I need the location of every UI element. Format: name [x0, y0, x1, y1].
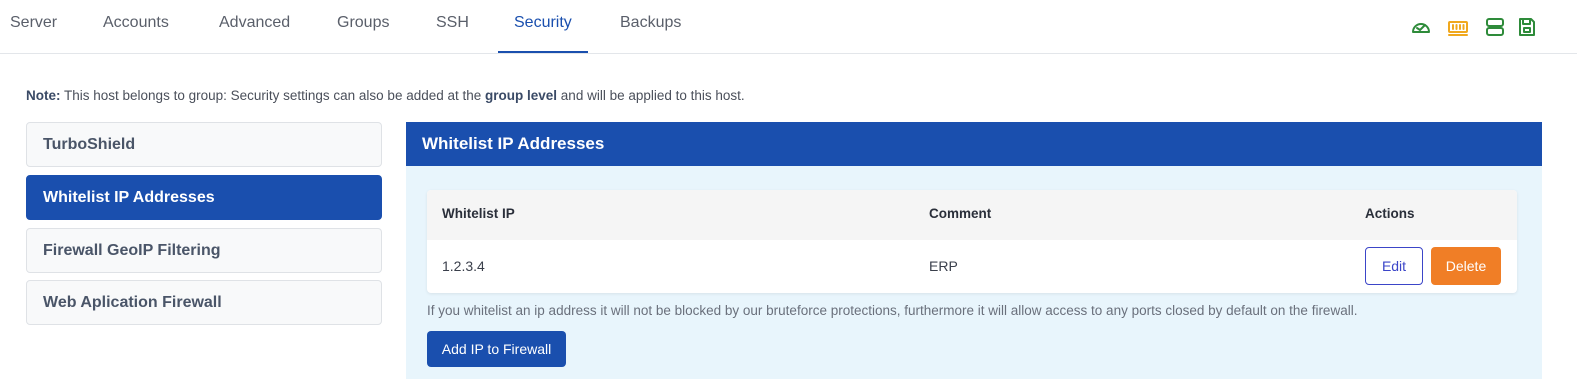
tab-groups[interactable]: Groups — [337, 0, 389, 54]
tab-backups[interactable]: Backups — [620, 0, 681, 54]
top-nav: Server Accounts Advanced Groups SSH Secu… — [0, 0, 1577, 54]
table-header: Whitelist IP Comment Actions — [427, 190, 1517, 240]
column-header-whitelist-ip: Whitelist IP — [442, 206, 515, 221]
add-ip-to-firewall-button[interactable]: Add IP to Firewall — [427, 331, 566, 367]
tab-ssh[interactable]: SSH — [436, 0, 469, 54]
edit-button[interactable]: Edit — [1365, 247, 1423, 285]
group-note: Note: This host belongs to group: Securi… — [26, 88, 745, 103]
memory-icon[interactable] — [1447, 16, 1469, 38]
column-header-actions: Actions — [1365, 206, 1415, 221]
note-text-after: and will be applied to this host. — [557, 88, 745, 103]
note-group-level: group level — [485, 88, 558, 103]
whitelist-help-text: If you whitelist an ip address it will n… — [427, 303, 1358, 318]
cell-ip: 1.2.3.4 — [442, 258, 485, 274]
tab-security[interactable]: Security — [514, 0, 572, 54]
column-header-comment: Comment — [929, 206, 992, 221]
cell-comment: ERP — [929, 258, 958, 274]
active-tab-indicator — [498, 51, 588, 53]
sidebar-item-waf[interactable]: Web Aplication Firewall — [26, 280, 382, 325]
tab-advanced[interactable]: Advanced — [219, 0, 290, 54]
dashboard-gauge-icon[interactable] — [1410, 16, 1432, 38]
delete-button[interactable]: Delete — [1431, 247, 1501, 285]
sidebar-item-turboshield[interactable]: TurboShield — [26, 122, 382, 167]
tab-accounts[interactable]: Accounts — [103, 0, 169, 54]
whitelist-table: Whitelist IP Comment Actions 1.2.3.4 ERP… — [427, 190, 1517, 293]
tab-server[interactable]: Server — [10, 0, 57, 54]
panel-title: Whitelist IP Addresses — [406, 122, 1542, 166]
sidebar-item-whitelist-ip[interactable]: Whitelist IP Addresses — [26, 175, 382, 220]
save-icon[interactable] — [1516, 16, 1538, 38]
note-prefix: Note: — [26, 88, 61, 103]
note-text-before: This host belongs to group: Security set… — [60, 88, 486, 103]
server-icon[interactable] — [1484, 16, 1506, 38]
sidebar-item-firewall-geoip[interactable]: Firewall GeoIP Filtering — [26, 228, 382, 273]
